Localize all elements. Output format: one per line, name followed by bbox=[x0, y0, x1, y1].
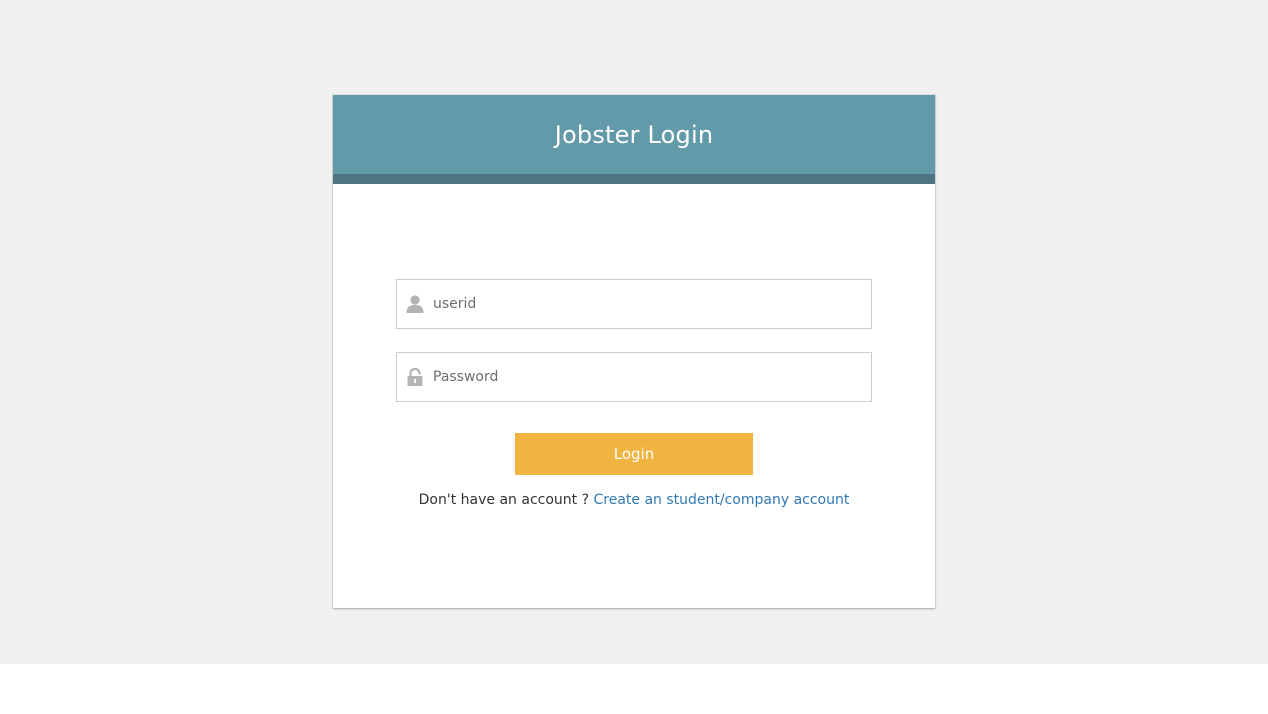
signup-line: Don't have an account ? Create an studen… bbox=[333, 492, 935, 508]
login-card: Jobster Login Login Don't have an accoun… bbox=[333, 95, 935, 608]
password-field[interactable] bbox=[396, 352, 872, 402]
userid-input[interactable] bbox=[433, 280, 863, 328]
login-button[interactable]: Login bbox=[515, 433, 753, 475]
login-header: Jobster Login bbox=[333, 95, 935, 174]
create-account-link[interactable]: Create an student/company account bbox=[593, 492, 849, 508]
signup-prompt: Don't have an account ? bbox=[418, 492, 590, 508]
userid-field[interactable] bbox=[396, 279, 872, 329]
password-input[interactable] bbox=[433, 353, 863, 401]
login-title: Jobster Login bbox=[554, 120, 714, 149]
lock-icon bbox=[405, 367, 425, 387]
user-icon bbox=[405, 294, 425, 314]
header-accent-bar bbox=[333, 174, 935, 184]
